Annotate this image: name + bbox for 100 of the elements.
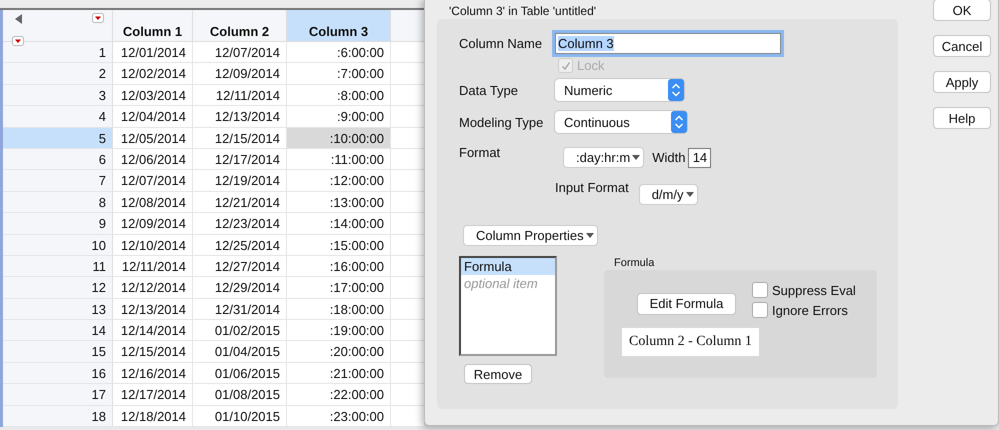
table-cell: :10:00:00: [287, 128, 391, 149]
input-field[interactable]: 14: [688, 148, 712, 168]
formula-expression[interactable]: Column 2 - Column 1: [622, 328, 759, 356]
table-cell: 01/02/2015: [193, 320, 287, 342]
table-cell: :11:00:00: [287, 148, 391, 170]
table-cell: 12/03/2014: [113, 84, 193, 106]
row-number[interactable]: 4: [3, 106, 113, 128]
field-label: Data Type: [459, 82, 520, 98]
field-label: Format: [459, 145, 502, 160]
caret-icon: [686, 192, 694, 198]
table-cell: 12/04/2014: [113, 106, 193, 128]
dropdown[interactable]: Numeric: [555, 79, 684, 101]
row-number[interactable]: 18: [3, 406, 113, 428]
checkmark-icon: [560, 60, 570, 70]
row-number[interactable]: 10: [3, 234, 113, 256]
table-cell: 12/31/2014: [193, 298, 287, 320]
list-item[interactable]: Formula: [461, 258, 555, 275]
edit-formula-button[interactable]: Edit Formula: [637, 292, 736, 314]
remove-button[interactable]: Remove: [464, 364, 532, 384]
row-number[interactable]: 5: [3, 128, 113, 149]
row-number[interactable]: 9: [3, 213, 113, 235]
column-header[interactable]: Column 2: [193, 10, 287, 42]
table-cell: :14:00:00: [287, 213, 391, 235]
table-cell: 12/08/2014: [113, 192, 193, 214]
column-header[interactable]: Column 1: [113, 10, 193, 42]
checkbox[interactable]: [752, 302, 768, 318]
table-cell: :23:00:00: [287, 406, 391, 428]
table-cell: 12/11/2014: [193, 84, 287, 106]
column-header[interactable]: Column 3: [287, 10, 391, 42]
row-number[interactable]: 1: [3, 42, 113, 64]
row-number[interactable]: 3: [3, 84, 113, 106]
caret-icon: [632, 154, 640, 160]
row-number[interactable]: 11: [3, 256, 113, 278]
table-cell: 12/18/2014: [113, 406, 193, 428]
field-label: Modeling Type: [459, 114, 544, 130]
table-cell: 12/10/2014: [113, 234, 193, 256]
table-cell: 12/01/2014: [113, 42, 193, 64]
dialog-button[interactable]: Help: [933, 107, 991, 129]
dropdown[interactable]: d/m/y: [638, 184, 698, 205]
table-cell: 01/06/2015: [193, 362, 287, 384]
table-cell: :6:00:00: [287, 42, 391, 64]
table-cell: 12/05/2014: [113, 128, 193, 149]
field-label: Column Name: [459, 36, 544, 51]
checkbox-label: Lock: [577, 58, 604, 73]
section-title: Formula: [614, 257, 656, 269]
input-field[interactable]: Column 3: [555, 33, 781, 54]
table-cell: :22:00:00: [287, 384, 391, 406]
table-cell: 12/11/2014: [113, 256, 193, 278]
table-cell: 12/12/2014: [113, 277, 193, 299]
dropdown-button[interactable]: Column Properties: [463, 225, 598, 246]
table-cell: 12/06/2014: [113, 148, 193, 170]
row-number[interactable]: 13: [3, 298, 113, 320]
table-cell: 12/14/2014: [113, 320, 193, 342]
dialog-title: 'Column 3' in Table 'untitled': [449, 4, 598, 18]
table-cell: 01/04/2015: [193, 341, 287, 363]
left-arrow-icon[interactable]: [15, 14, 23, 24]
stepper-icon: [671, 111, 687, 133]
table-cell: 12/13/2014: [193, 106, 287, 128]
checkbox[interactable]: [752, 282, 768, 298]
table-cell: :7:00:00: [287, 63, 391, 85]
row-number[interactable]: 17: [3, 384, 113, 406]
table-cell: 12/16/2014: [113, 362, 193, 384]
row-number[interactable]: 16: [3, 362, 113, 384]
field-label: Input Format: [555, 180, 629, 195]
table-cell: :13:00:00: [287, 192, 391, 214]
row-number[interactable]: 6: [3, 148, 113, 170]
table-cell: :20:00:00: [287, 341, 391, 363]
stepper-icon: [668, 79, 684, 101]
table-cell: :15:00:00: [287, 234, 391, 256]
dialog-button[interactable]: OK: [933, 0, 991, 21]
table-cell: :18:00:00: [287, 298, 391, 320]
table-cell: 12/17/2014: [113, 384, 193, 406]
row-number[interactable]: 14: [3, 320, 113, 342]
dropdown-icon[interactable]: [12, 36, 24, 46]
caret-icon: [586, 232, 594, 238]
table-cell: 12/09/2014: [113, 213, 193, 235]
table-cell: :19:00:00: [287, 320, 391, 342]
table-cell: :17:00:00: [287, 277, 391, 299]
dialog-button[interactable]: Cancel: [933, 35, 991, 57]
table-cell: 12/17/2014: [193, 148, 287, 170]
row-number[interactable]: 2: [3, 63, 113, 85]
table-cell: :21:00:00: [287, 362, 391, 384]
row-number[interactable]: 8: [3, 192, 113, 214]
row-number[interactable]: 12: [3, 277, 113, 299]
dropdown-icon[interactable]: [92, 13, 104, 23]
table-cell: 12/29/2014: [193, 277, 287, 299]
table-cell: 12/27/2014: [193, 256, 287, 278]
dialog-button[interactable]: Apply: [933, 71, 991, 93]
table-cell: 12/19/2014: [193, 170, 287, 192]
dropdown[interactable]: Continuous: [555, 111, 687, 133]
table-cell: 12/07/2014: [193, 42, 287, 64]
table-cell: 01/10/2015: [193, 406, 287, 428]
dropdown[interactable]: :day:hr:m: [563, 147, 644, 168]
table-cell: 12/21/2014: [193, 192, 287, 214]
table-cell: 12/07/2014: [113, 170, 193, 192]
table-cell: 12/02/2014: [113, 63, 193, 85]
table-cell: 12/25/2014: [193, 234, 287, 256]
row-number[interactable]: 15: [3, 341, 113, 363]
table-cell: 12/09/2014: [193, 63, 287, 85]
row-number[interactable]: 7: [3, 170, 113, 192]
